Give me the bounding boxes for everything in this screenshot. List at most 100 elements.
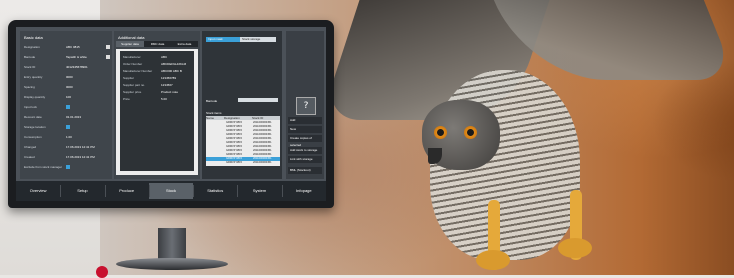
item-label: Supplier <box>123 76 135 80</box>
cell-stock-id: 2011000000451 <box>253 129 272 132</box>
nav-tab-system[interactable]: System <box>237 183 281 199</box>
field-value[interactable]: 01.01.2013 <box>66 115 81 119</box>
field-label: Designation <box>24 45 40 49</box>
list-item: Supplier part no. 1234567 <box>123 83 193 87</box>
side-button[interactable]: Link with storage <box>288 156 322 163</box>
lookup-button[interactable] <box>106 45 110 49</box>
field-row: Barcode Tapwith & white <box>24 55 110 60</box>
side-button[interactable]: Add stock to storage <box>288 147 322 154</box>
tab-input-mask[interactable]: Input mask <box>206 37 240 42</box>
field-label: Changed <box>24 145 37 149</box>
column-header[interactable]: Stock ID <box>252 116 280 120</box>
item-value[interactable]: ABCDEFGHIJKLM <box>161 62 186 66</box>
field-row: Spacing 0000 <box>24 85 110 90</box>
question-icon[interactable]: ? <box>296 97 316 115</box>
stock-tab-bar: Input mask Stock storage <box>206 37 276 42</box>
hawk-right-wing <box>493 0 734 80</box>
field-value[interactable]: 0000 <box>66 75 73 79</box>
cell-designation: GRMVP 0815 <box>226 125 242 128</box>
side-button[interactable]: Add <box>288 117 322 124</box>
nav-tab-overview[interactable]: Overview <box>16 183 60 199</box>
field-value[interactable]: 1.00 <box>66 135 72 139</box>
field-label: Exclude from stock manager <box>24 165 63 169</box>
cell-stock-id: 2011000000451 <box>253 141 272 144</box>
item-label: Manufacturer Number <box>123 69 153 73</box>
nav-divider <box>237 185 239 197</box>
field-row: Display quantity 100 <box>24 95 110 100</box>
nav-divider <box>193 185 195 197</box>
monitor-stand <box>158 228 186 262</box>
field-value[interactable]: 0000 <box>66 85 73 89</box>
field-label: Input lock <box>24 105 37 109</box>
nav-tab-statistics[interactable]: Statistics <box>193 183 237 199</box>
cell-designation: GRMVP 0815 <box>226 149 242 152</box>
field-row: Entry quantity 0000 <box>24 75 110 80</box>
tab-supplier-data[interactable]: Supplier data <box>116 41 144 47</box>
item-value[interactable]: 123456789 <box>161 76 176 80</box>
cell-stock-id: 2011000000451 <box>253 145 272 148</box>
barcode-input[interactable] <box>238 98 278 102</box>
hawk-eye <box>464 126 477 139</box>
main-nav: Overview Setup Produce Stock Statistics Syste… <box>16 181 326 201</box>
list-item: Order Number ABCDEFGHIJKLM <box>123 62 193 66</box>
lookup-button[interactable] <box>106 55 110 59</box>
action-sidebar: ? Add New Create copies of selected Add sto… <box>286 31 324 179</box>
column-header[interactable]: Designation <box>224 116 252 120</box>
tab-stock-storage[interactable]: Stock storage <box>240 37 276 42</box>
item-label: Supplier price <box>123 90 142 94</box>
field-label: Created <box>24 155 35 159</box>
cell-designation: GRMVP 0815 <box>226 133 242 136</box>
monitor: Basic data Designation ABC 0815 Barcode Tap… <box>8 20 334 270</box>
side-button[interactable]: New <box>288 126 322 133</box>
cell-stock-id: 2011000000451 <box>253 161 272 164</box>
item-value[interactable]: 5.00 <box>161 97 167 101</box>
item-value[interactable]: Product note <box>161 90 178 94</box>
field-value[interactable]: 17.06.2013 12:41 PM <box>66 145 95 149</box>
item-label: Supplier part no. <box>123 83 146 87</box>
nav-tab-produce[interactable]: Produce <box>105 183 149 199</box>
item-value[interactable]: ABC000 ABC B <box>161 69 182 73</box>
app-screen: Basic data Designation ABC 0815 Barcode Tap… <box>16 27 326 201</box>
supplier-data-box: Manufacturer ABC Order Number ABCDEFGHIJKLM… <box>116 49 198 175</box>
table-row[interactable]: GRMVP 0815 2011000000451 <box>206 161 280 165</box>
field-row: Storage location <box>24 125 110 130</box>
field-label: Spacing <box>24 85 35 89</box>
field-value[interactable]: 17.06.2013 12:41 PM <box>66 155 95 159</box>
brand-dot <box>96 266 108 278</box>
checkbox[interactable] <box>66 105 70 109</box>
field-row: Stock ID 4012345678901 <box>24 65 110 70</box>
cell-designation: GRMVP 0815 <box>226 141 242 144</box>
field-value[interactable]: Tapwith & white <box>66 55 87 59</box>
barcode-label: Barcode <box>206 99 218 103</box>
nav-tab-stock[interactable]: Stock <box>148 183 194 199</box>
item-value[interactable]: ABC <box>161 55 167 59</box>
cell-stock-id: 2011000000451 <box>253 133 272 136</box>
field-value[interactable]: 100 <box>66 95 71 99</box>
checkbox[interactable] <box>66 125 70 129</box>
cell-designation: GRMVP 0815 <box>226 157 242 160</box>
side-button[interactable]: Create copies of selected <box>288 135 322 147</box>
monitor-base <box>116 258 228 270</box>
nav-tab-setup[interactable]: Setup <box>60 183 104 199</box>
field-label: Barcode <box>24 55 36 59</box>
field-label: Stock ID <box>24 65 36 69</box>
tab-extra-data[interactable]: Extra data <box>171 41 198 47</box>
cell-designation: GRMVP 0815 <box>226 153 242 156</box>
list-item: Manufacturer ABC <box>123 55 193 59</box>
list-item: Supplier price Product note <box>123 90 193 94</box>
side-button[interactable]: BML (Stockout) <box>288 167 322 174</box>
field-row: Consumption 1.00 <box>24 135 110 140</box>
checkbox[interactable] <box>66 165 70 169</box>
cell-stock-id: 2011000000451 <box>253 153 272 156</box>
column-header[interactable]: Name <box>206 116 224 120</box>
field-label: Storage location <box>24 125 46 129</box>
list-item: Manufacturer Number ABC000 ABC B <box>123 69 193 73</box>
field-label: Recount date <box>24 115 42 119</box>
hawk-eye <box>434 126 447 139</box>
nav-tab-infopage[interactable]: Infopage <box>282 183 326 199</box>
field-value[interactable]: 4012345678901 <box>66 65 88 69</box>
item-value[interactable]: 1234567 <box>161 83 173 87</box>
field-value[interactable]: ABC 0815 <box>66 45 80 49</box>
tab-rmc-data[interactable]: RMC data <box>144 41 171 47</box>
field-row: Created 17.06.2013 12:41 PM <box>24 155 110 160</box>
